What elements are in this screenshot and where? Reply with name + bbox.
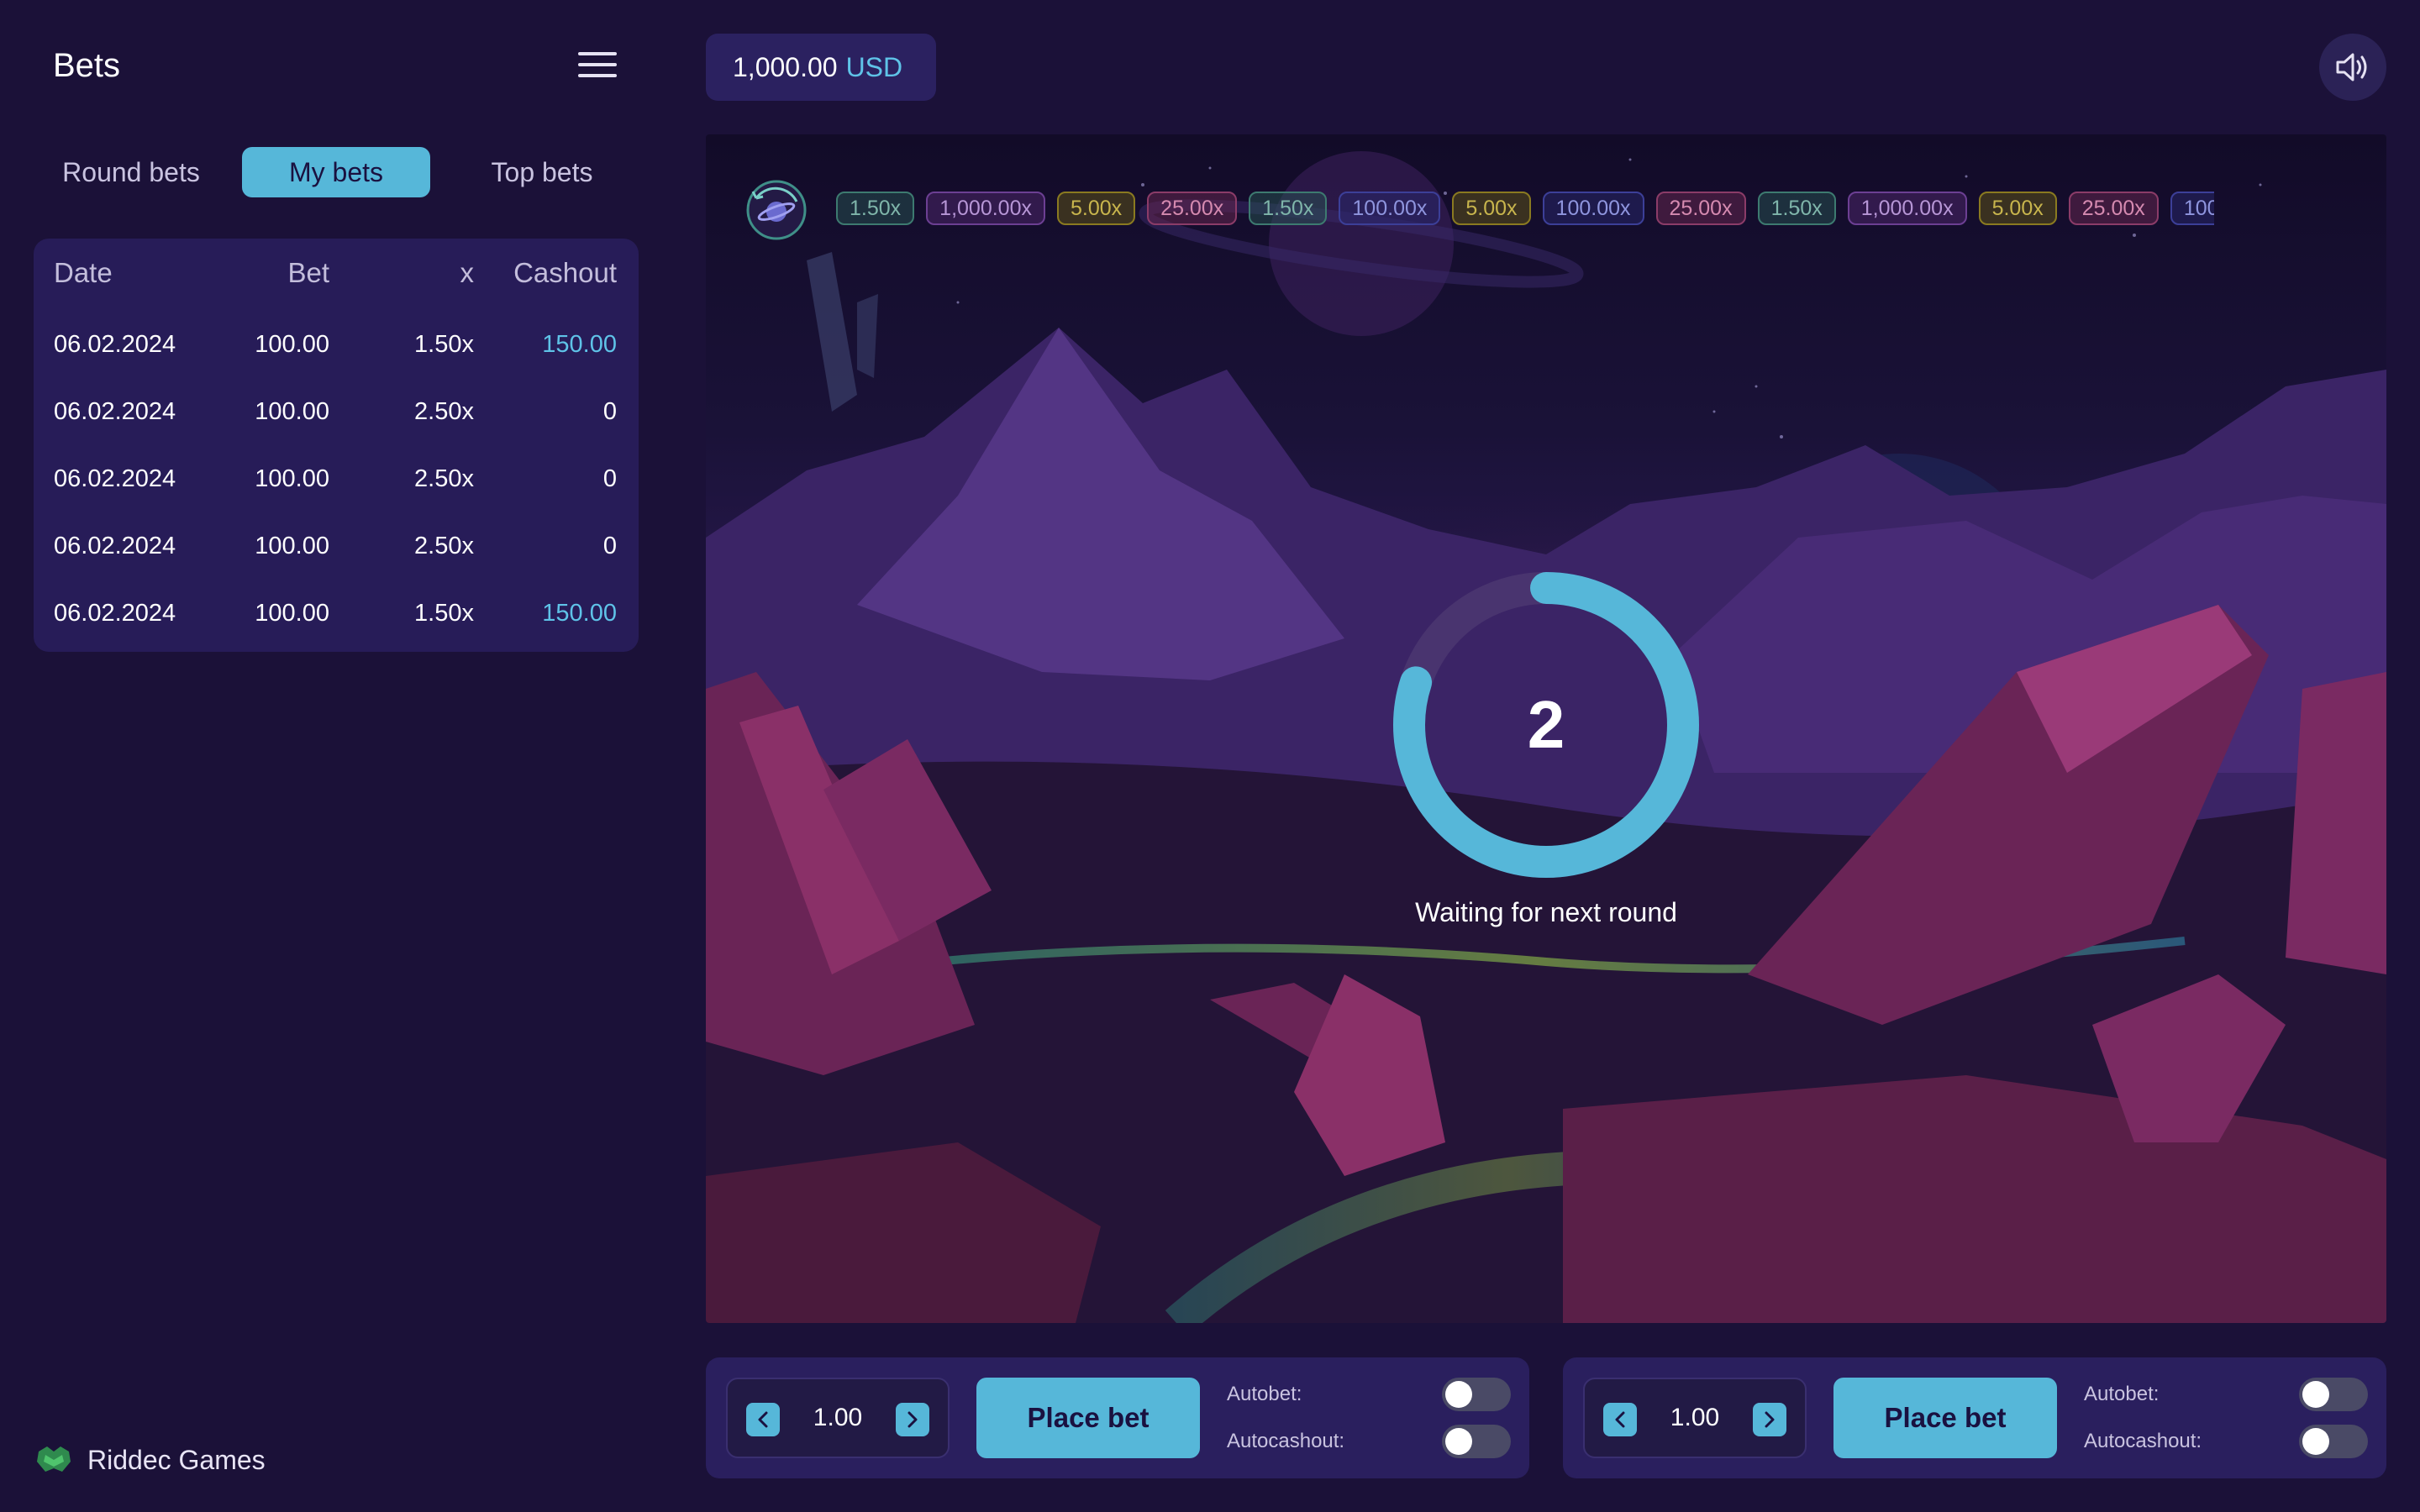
history-chip: 5.00x xyxy=(1978,192,2057,225)
brand-name: Riddec Games xyxy=(87,1444,266,1475)
row-cashout: 150.00 xyxy=(542,331,617,358)
bet-amount-value[interactable]: 1.00 xyxy=(1640,1379,1749,1457)
increase-bet-button[interactable] xyxy=(1753,1403,1786,1436)
my-bets-table: Date Bet x Cashout 06.02.2024 100.00 1.5… xyxy=(34,239,639,652)
history-chip: 25.00x xyxy=(1147,192,1238,225)
row-cashout: 0 xyxy=(602,533,617,559)
toggle-knob xyxy=(1445,1381,1472,1408)
row-cashout: 150.00 xyxy=(542,600,617,627)
row-multiplier: 2.50x xyxy=(414,398,474,425)
autobet-toggle[interactable] xyxy=(1442,1378,1511,1411)
history-chip: 100.00x xyxy=(1339,192,1441,225)
decrease-bet-button[interactable] xyxy=(1603,1403,1637,1436)
autocashout-label: Autocashout: xyxy=(1227,1430,1345,1452)
history-planet-icon[interactable] xyxy=(744,178,808,242)
chevron-left-icon xyxy=(758,1411,768,1428)
table-row: 06.02.2024 100.00 2.50x 0 xyxy=(34,398,639,440)
tab-top-bets[interactable]: Top bets xyxy=(445,147,639,197)
row-date: 06.02.2024 xyxy=(54,600,176,627)
sound-toggle-button[interactable] xyxy=(2319,34,2386,101)
decrease-bet-button[interactable] xyxy=(746,1403,780,1436)
countdown-number: 2 xyxy=(1527,687,1565,762)
table-header: Date Bet x Cashout xyxy=(34,257,639,299)
row-bet: 100.00 xyxy=(255,331,329,358)
bets-tabs: Round bets My bets Top bets xyxy=(34,147,639,199)
balance-currency: USD xyxy=(845,52,903,82)
row-date: 06.02.2024 xyxy=(54,331,176,358)
bet-panel-2: 1.00 Place bet Autobet: Autocashout: xyxy=(1563,1357,2386,1478)
history-chip: 100.00x xyxy=(1542,192,1644,225)
history-chip: 1.50x xyxy=(1249,192,1328,225)
round-status-text: Waiting for next round xyxy=(1415,897,1677,927)
history-chip: 1,000.00x xyxy=(1847,192,1967,225)
brand-footer: Riddec Games xyxy=(34,1441,266,1478)
history-chip: 100.00x xyxy=(2170,192,2214,225)
speaker-icon xyxy=(2336,53,2367,81)
header-multiplier: x xyxy=(460,257,475,288)
balance-amount: 1,000.00 xyxy=(733,52,838,82)
bet-amount-value[interactable]: 1.00 xyxy=(783,1379,892,1457)
bet-amount-stepper: 1.00 xyxy=(726,1378,950,1458)
history-chip: 1,000.00x xyxy=(926,192,1045,225)
increase-bet-button[interactable] xyxy=(896,1403,929,1436)
game-canvas: 1.50x 1,000.00x 5.00x 25.00x 1.50x 100.00x 5.0… xyxy=(706,134,2386,1323)
row-bet: 100.00 xyxy=(255,465,329,492)
history-chips: 1.50x 1,000.00x 5.00x 25.00x 1.50x 100.00x 5.0… xyxy=(836,192,2214,228)
autocashout-label: Autocashout: xyxy=(2084,1430,2202,1452)
place-bet-button[interactable]: Place bet xyxy=(1833,1378,2057,1458)
toggle-knob xyxy=(2302,1381,2329,1408)
table-row: 06.02.2024 100.00 2.50x 0 xyxy=(34,533,639,575)
history-chip: 5.00x xyxy=(1452,192,1531,225)
sidebar-title: Bets xyxy=(53,47,121,84)
menu-icon[interactable] xyxy=(578,52,617,81)
table-row: 06.02.2024 100.00 2.50x 0 xyxy=(34,465,639,507)
history-chip: 1.50x xyxy=(1757,192,1836,225)
riddec-logo-icon xyxy=(37,1446,71,1472)
row-cashout: 0 xyxy=(602,465,617,492)
header-bet: Bet xyxy=(287,257,329,288)
chevron-right-icon xyxy=(908,1411,918,1428)
row-cashout: 0 xyxy=(602,398,617,425)
row-multiplier: 2.50x xyxy=(414,533,474,559)
toggle-knob xyxy=(1445,1428,1472,1455)
row-date: 06.02.2024 xyxy=(54,533,176,559)
bet-amount-stepper: 1.00 xyxy=(1583,1378,1807,1458)
history-chip: 25.00x xyxy=(1655,192,1746,225)
tab-round-bets[interactable]: Round bets xyxy=(34,147,229,197)
history-chip: 25.00x xyxy=(2068,192,2159,225)
place-bet-button[interactable]: Place bet xyxy=(976,1378,1200,1458)
countdown-timer: 2 xyxy=(1392,571,1700,879)
row-date: 06.02.2024 xyxy=(54,398,176,425)
header-cashout: Cashout xyxy=(513,257,617,288)
chevron-left-icon xyxy=(1615,1411,1625,1428)
autobet-label: Autobet: xyxy=(1227,1383,1302,1405)
row-multiplier: 2.50x xyxy=(414,465,474,492)
row-multiplier: 1.50x xyxy=(414,600,474,627)
bet-panel-1: 1.00 Place bet Autobet: Autocashout: xyxy=(706,1357,1529,1478)
tab-my-bets[interactable]: My bets xyxy=(242,147,430,197)
history-chip: 5.00x xyxy=(1057,192,1136,225)
row-multiplier: 1.50x xyxy=(414,331,474,358)
multiplier-history: 1.50x 1,000.00x 5.00x 25.00x 1.50x 100.00x 5.0… xyxy=(706,178,2386,240)
table-row: 06.02.2024 100.00 1.50x 150.00 xyxy=(34,331,639,373)
bets-sidebar: Bets Round bets My bets Top bets Date Be… xyxy=(0,0,672,1512)
history-chip: 1.50x xyxy=(836,192,915,225)
row-date: 06.02.2024 xyxy=(54,465,176,492)
autocashout-toggle[interactable] xyxy=(1442,1425,1511,1458)
table-row: 06.02.2024 100.00 1.50x 150.00 xyxy=(34,600,639,642)
autobet-label: Autobet: xyxy=(2084,1383,2160,1405)
autobet-toggle[interactable] xyxy=(2299,1378,2368,1411)
balance-display: 1,000.00 USD xyxy=(706,34,936,101)
row-bet: 100.00 xyxy=(255,600,329,627)
header-date: Date xyxy=(54,257,113,288)
toggle-knob xyxy=(2302,1428,2329,1455)
row-bet: 100.00 xyxy=(255,398,329,425)
chevron-right-icon xyxy=(1765,1411,1775,1428)
autocashout-toggle[interactable] xyxy=(2299,1425,2368,1458)
row-bet: 100.00 xyxy=(255,533,329,559)
